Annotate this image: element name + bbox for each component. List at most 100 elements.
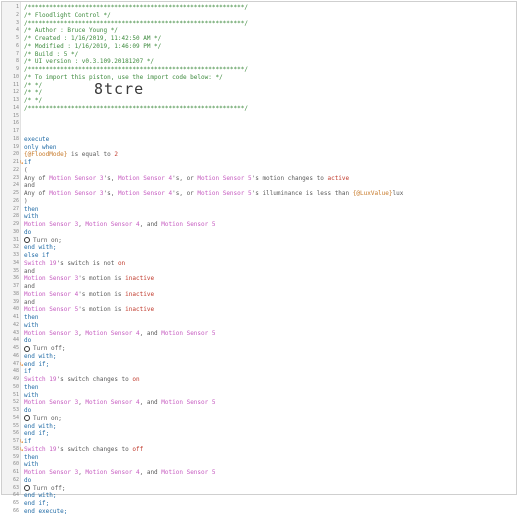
code-line: 10/* To import this piston, use the impo… bbox=[2, 74, 516, 82]
device-name[interactable]: Motion Sensor 5 bbox=[197, 190, 251, 197]
code-token: , and bbox=[139, 399, 162, 407]
keyword: then bbox=[24, 383, 39, 391]
code-line: 54 Turn on; bbox=[2, 415, 516, 423]
device-name[interactable]: Motion Sensor 4 bbox=[118, 175, 172, 182]
code-text: and bbox=[24, 182, 510, 190]
code-token: 's, or bbox=[172, 190, 198, 197]
import-code: 8tcre bbox=[94, 80, 145, 98]
line-number: 2 bbox=[15, 11, 19, 18]
code-token: 's switch is not bbox=[56, 259, 118, 267]
code-token: ( bbox=[24, 166, 28, 174]
code-text: Switch 19's switch changes to off bbox=[24, 446, 510, 454]
power-icon bbox=[24, 237, 30, 243]
code-line: 30 do bbox=[2, 229, 516, 237]
device-name[interactable]: Motion Sensor 4 bbox=[85, 221, 139, 228]
value-text: 2 bbox=[114, 151, 118, 159]
device-name[interactable]: Switch 19 bbox=[24, 260, 57, 267]
value-text: inactive bbox=[125, 290, 155, 298]
code-line: 60 with bbox=[2, 461, 516, 469]
device-name[interactable]: Motion Sensor 3 bbox=[24, 399, 78, 406]
code-text: {@FloodMode} is equal to 2 bbox=[24, 151, 510, 159]
device-name[interactable]: Motion Sensor 3 bbox=[24, 330, 78, 337]
line-number: 32 bbox=[12, 244, 19, 251]
device-name[interactable]: Switch 19 bbox=[24, 446, 57, 453]
device-name[interactable]: Motion Sensor 3 bbox=[24, 275, 78, 282]
device-name[interactable]: Motion Sensor 4 bbox=[85, 399, 139, 406]
device-name[interactable]: Motion Sensor 3 bbox=[49, 175, 103, 182]
line-number: 45 bbox=[12, 345, 19, 351]
variable-name[interactable]: {@FloodMode} bbox=[24, 151, 67, 158]
keyword: then bbox=[24, 205, 39, 213]
code-line: 48 if bbox=[2, 368, 516, 376]
line-number: 17 bbox=[12, 128, 19, 134]
code-line: 21 ↳ if bbox=[2, 159, 516, 167]
variable-name[interactable]: {@LuxValue} bbox=[353, 190, 393, 197]
line-number: 31 bbox=[12, 236, 19, 243]
code-text: end with; bbox=[24, 423, 510, 431]
code-text: Turn on; bbox=[24, 237, 510, 245]
code-line: 47 ↳ end if; bbox=[2, 361, 516, 369]
code-line: 37 and bbox=[2, 283, 516, 291]
code-line: 27 then bbox=[2, 206, 516, 214]
code-token: Turn off; bbox=[33, 345, 66, 352]
keyword: end if; bbox=[24, 430, 50, 438]
line-number: 4 bbox=[15, 27, 19, 34]
line-number: 13 bbox=[12, 97, 19, 103]
code-token: 's, or bbox=[172, 174, 198, 182]
code-token: 's motion is bbox=[78, 290, 126, 298]
value-text: inactive bbox=[125, 275, 155, 283]
code-token: 's motion is bbox=[78, 306, 126, 314]
keyword: do bbox=[24, 228, 32, 236]
device-name[interactable]: Motion Sensor 5 bbox=[161, 469, 215, 476]
code-line: 11 /* */ bbox=[2, 82, 516, 90]
device-name[interactable]: Motion Sensor 5 bbox=[161, 399, 215, 406]
device-name[interactable]: Motion Sensor 5 bbox=[161, 330, 215, 337]
device-name[interactable]: Motion Sensor 3 bbox=[24, 221, 78, 228]
line-number: 28 bbox=[12, 213, 19, 220]
code-line: 42 with bbox=[2, 322, 516, 330]
code-text: Motion Sensor 4's motion is inactive bbox=[24, 291, 510, 299]
power-icon bbox=[24, 415, 30, 422]
device-name[interactable]: Motion Sensor 4 bbox=[85, 469, 139, 476]
device-name[interactable]: Motion Sensor 4 bbox=[24, 291, 78, 298]
device-name[interactable]: Motion Sensor 3 bbox=[49, 190, 103, 197]
code-line: 32 end with; bbox=[2, 244, 516, 252]
keyword: end if; bbox=[24, 500, 50, 507]
code-text: end with; bbox=[24, 244, 510, 252]
line-number: 47 bbox=[12, 360, 19, 367]
device-name[interactable]: Motion Sensor 5 bbox=[24, 306, 78, 313]
line-number: 65 bbox=[12, 500, 19, 506]
line-number: 21 bbox=[12, 159, 19, 165]
code-token: Any of bbox=[24, 190, 50, 197]
line-number: 55 bbox=[12, 422, 19, 429]
code-token: 's switch changes to bbox=[56, 376, 133, 383]
code-line: 14 /*************************************… bbox=[2, 105, 516, 113]
device-name[interactable]: Motion Sensor 3 bbox=[24, 469, 78, 476]
code-text: end execute; bbox=[24, 508, 510, 516]
code-text: Turn off; bbox=[24, 485, 510, 493]
keyword: else if bbox=[24, 252, 50, 259]
code-token: /* */ bbox=[24, 81, 43, 89]
code-text: /* Build : 5 */ bbox=[24, 51, 510, 59]
code-text: Motion Sensor 3, Motion Sensor 4, and Mo… bbox=[24, 221, 510, 229]
code-text: Switch 19's switch changes to on bbox=[24, 376, 510, 384]
line-number: 8 bbox=[15, 58, 19, 65]
code-line: 63 Turn off; bbox=[2, 485, 516, 493]
code-line: 15 bbox=[2, 113, 516, 121]
code-text: and bbox=[24, 268, 510, 276]
code-text: with bbox=[24, 213, 510, 221]
device-name[interactable]: Motion Sensor 5 bbox=[197, 175, 251, 182]
device-name[interactable]: Motion Sensor 4 bbox=[118, 190, 172, 197]
line-number: 66 bbox=[12, 507, 19, 514]
device-name[interactable]: Motion Sensor 4 bbox=[85, 330, 139, 337]
device-name[interactable]: Switch 19 bbox=[24, 376, 57, 383]
device-name[interactable]: Motion Sensor 5 bbox=[161, 221, 215, 228]
line-number: 51 bbox=[12, 391, 19, 398]
code-line: 9 /**************************************… bbox=[2, 66, 516, 74]
keyword: with bbox=[24, 391, 39, 399]
line-number: 1 bbox=[15, 4, 19, 10]
line-number: 14 bbox=[12, 104, 19, 111]
line-number: 5 bbox=[15, 35, 19, 41]
code-token: /* Floodlight Control */ bbox=[24, 11, 111, 19]
